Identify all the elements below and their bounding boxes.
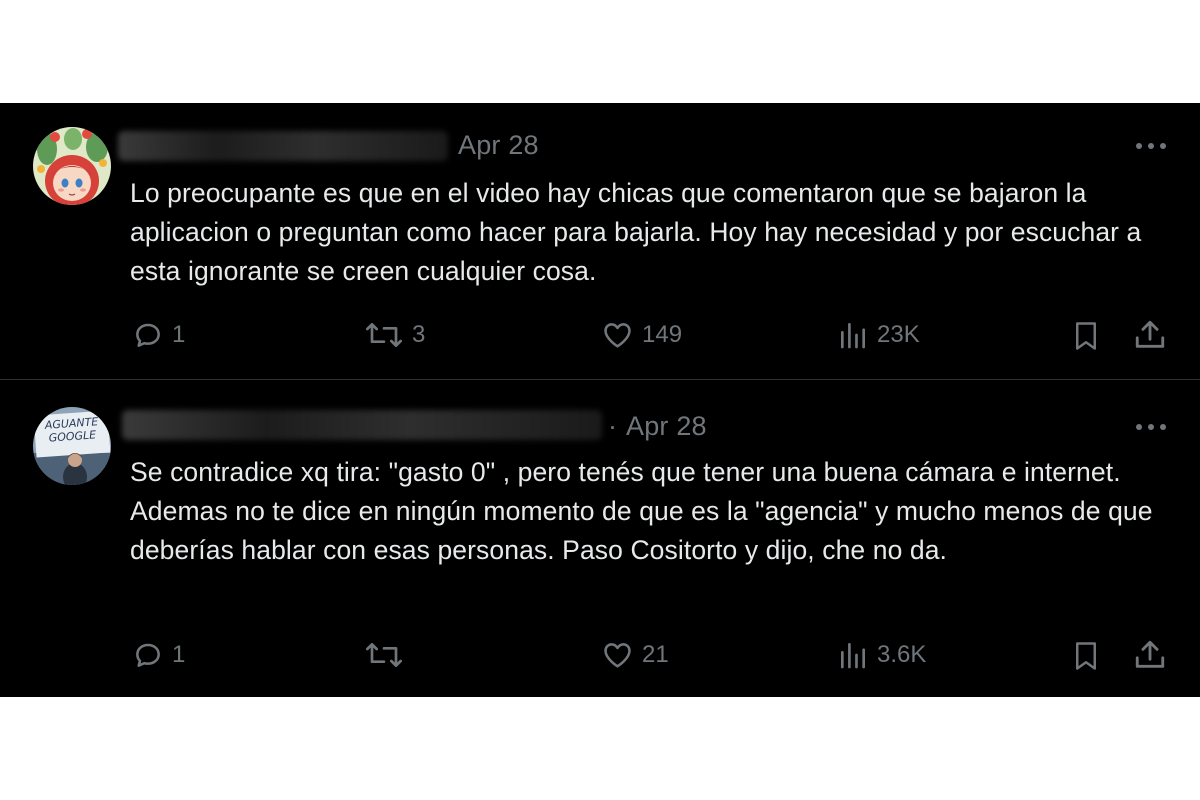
views-button[interactable]: 3.6K (837, 639, 926, 671)
reply-icon (136, 323, 160, 347)
avatar[interactable]: AGUANTE GOOGLE (33, 407, 111, 485)
retweet-count: 3 (412, 321, 426, 348)
reply-icon (136, 643, 160, 667)
date-separator: · (608, 411, 618, 441)
avatar-illustration (33, 127, 111, 205)
share-button[interactable] (1133, 318, 1167, 352)
reply-count: 1 (172, 641, 186, 668)
share-icon (1135, 640, 1165, 668)
heart-icon (604, 323, 631, 348)
views-icon (841, 323, 865, 349)
tweet-date[interactable]: Apr 28 (458, 130, 539, 161)
retweet-icon (366, 643, 402, 667)
avatar[interactable] (33, 127, 111, 205)
retweet-button[interactable] (364, 639, 412, 671)
like-button[interactable]: 149 (601, 319, 682, 351)
more-icon[interactable] (1134, 422, 1168, 432)
heart-icon (604, 643, 631, 668)
views-icon (841, 643, 865, 669)
retweet-icon (366, 323, 402, 347)
views-count: 3.6K (877, 641, 927, 668)
bookmark-button[interactable] (1071, 639, 1101, 673)
views-button[interactable]: 23K (837, 319, 920, 351)
share-icon (1135, 320, 1165, 348)
blurred-username (122, 410, 602, 440)
tweet[interactable]: Apr 28 Lo preocupante es que en el video… (0, 103, 1200, 379)
avatar-sign-text: AGUANTE GOOGLE (44, 415, 99, 445)
bookmark-icon (1076, 322, 1096, 350)
more-icon[interactable] (1134, 141, 1168, 151)
reply-count: 1 (172, 321, 186, 348)
reply-button[interactable]: 1 (132, 319, 185, 351)
tweet-text: Se contradice xq tira: "gasto 0" , pero … (130, 457, 1153, 565)
reply-button[interactable]: 1 (132, 639, 185, 671)
like-button[interactable]: 21 (601, 639, 669, 671)
like-count: 149 (642, 321, 683, 348)
tweet[interactable]: AGUANTE GOOGLE · Apr 28 Se contradice xq… (0, 380, 1200, 697)
bookmark-icon (1076, 642, 1096, 670)
timeline-panel: Apr 28 Lo preocupante es que en el video… (0, 103, 1200, 697)
views-count: 23K (877, 321, 920, 348)
tweet-date[interactable]: Apr 28 (626, 411, 707, 442)
tweet-text: Lo preocupante es que en el video hay ch… (130, 178, 1142, 286)
blurred-username (118, 131, 448, 161)
retweet-button[interactable]: 3 (364, 319, 425, 351)
bookmark-button[interactable] (1071, 319, 1101, 353)
share-button[interactable] (1133, 638, 1167, 672)
like-count: 21 (642, 641, 669, 668)
